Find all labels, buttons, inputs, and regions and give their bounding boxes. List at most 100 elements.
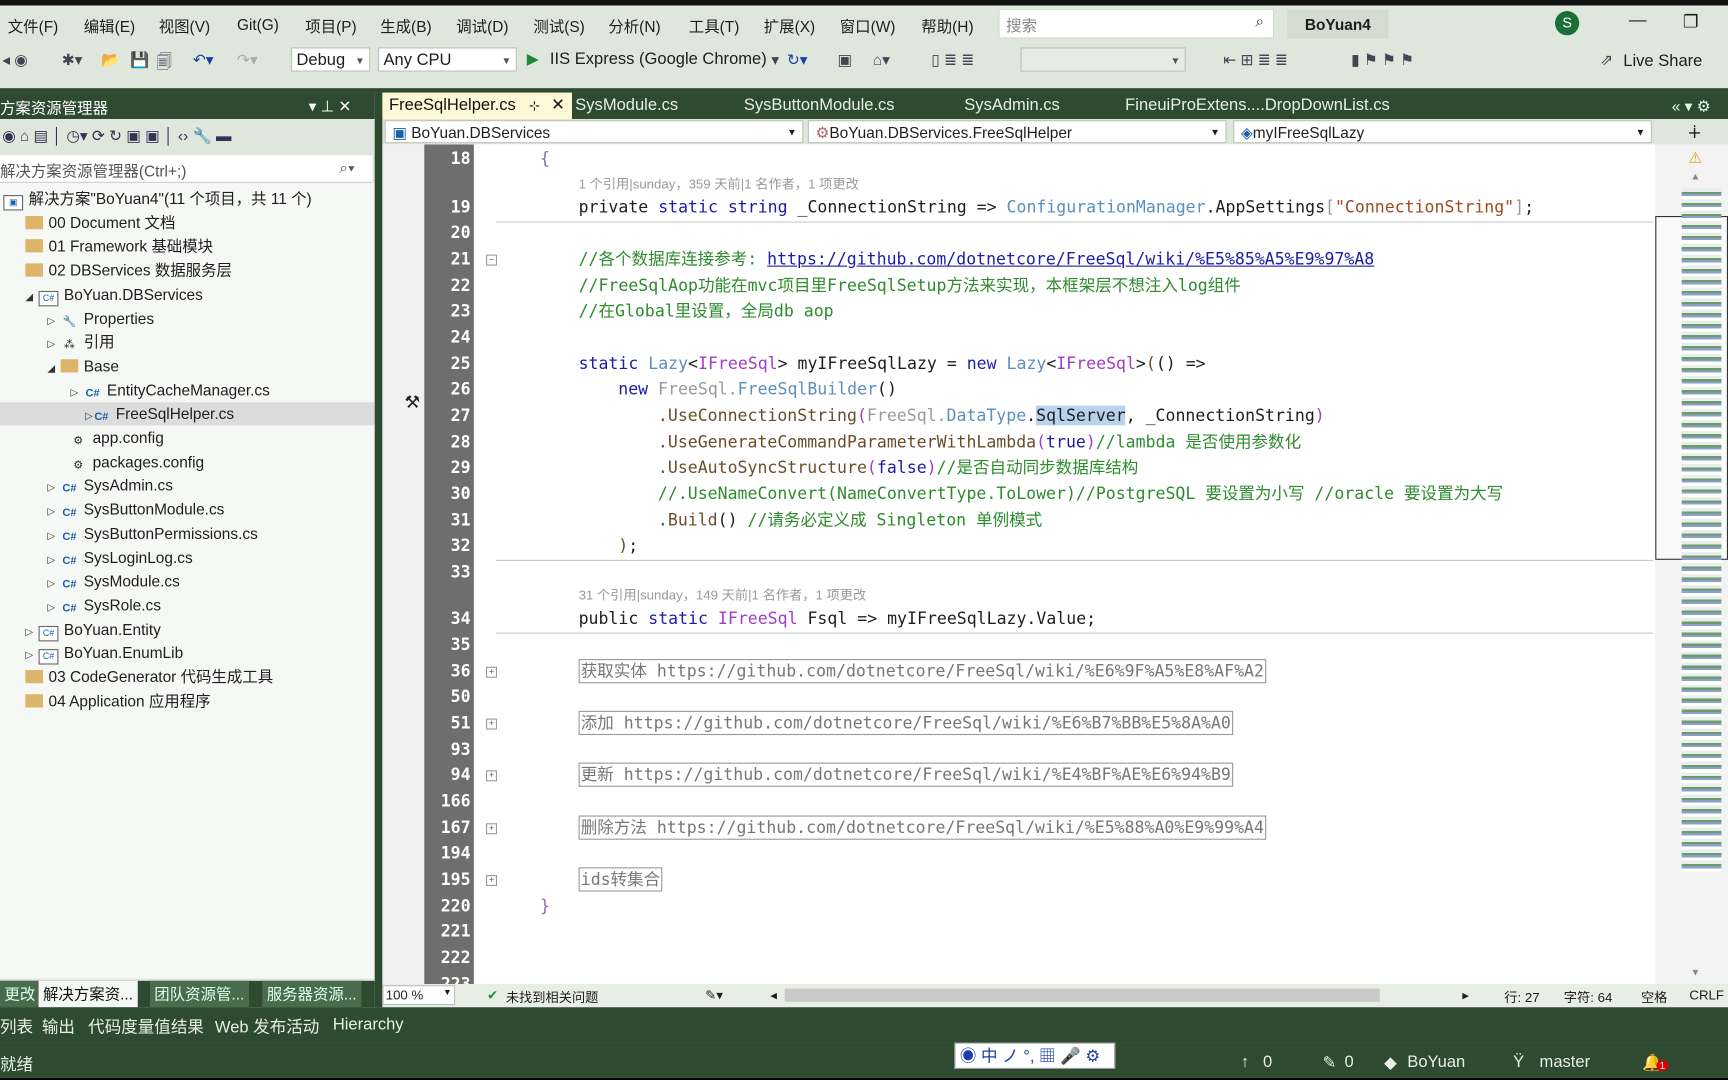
- output-tab[interactable]: Hierarchy: [333, 1015, 404, 1034]
- doc-tab[interactable]: SysButtonModule.cs: [744, 93, 895, 119]
- live-share-icon[interactable]: ⇗: [1600, 51, 1613, 70]
- horizontal-scrollbar[interactable]: [784, 988, 1380, 1002]
- minimize-icon[interactable]: —: [1629, 11, 1647, 31]
- live-share-button[interactable]: Live Share: [1623, 52, 1702, 71]
- collapsed-chevron-icon[interactable]: ▷: [47, 548, 60, 571]
- member-dropdown[interactable]: ◈myIFreeSqlLazy ▼: [1233, 120, 1652, 144]
- split-editor-icon[interactable]: ∔: [1687, 121, 1702, 143]
- tree-item[interactable]: ▷ C# BoYuan.EnumLib: [25, 642, 183, 665]
- menu-item[interactable]: Git(G): [237, 15, 279, 33]
- class-dropdown[interactable]: ⚙BoYuan.DBServices.FreeSqlHelper ▼: [807, 120, 1227, 144]
- push-count[interactable]: 0: [1263, 1052, 1272, 1071]
- tree-item[interactable]: ▷ C# SysModule.cs: [47, 570, 179, 593]
- solution-explorer-search[interactable]: 解决方案资源管理器(Ctrl+;) ⌕▾: [0, 155, 373, 183]
- tree-item[interactable]: 01 Framework 基础模块: [25, 235, 213, 258]
- collapsed-chevron-icon[interactable]: ▷: [25, 644, 38, 667]
- explorer-tool-icons[interactable]: ◉ ⌂ ▤ │ ◷▾ ⟳ ↻ ▣ ▣ │ ‹› 🔧 ▬: [2, 127, 231, 146]
- expand-icon[interactable]: +: [485, 770, 498, 782]
- document-icon[interactable]: ▯ ≣ ≣: [931, 51, 974, 70]
- collapsed-chevron-icon[interactable]: ▷: [42, 405, 93, 428]
- tree-item[interactable]: ▷ C# BoYuan.Entity: [25, 618, 161, 643]
- whitespace-indicator[interactable]: 空格: [1641, 987, 1667, 1006]
- tree-item[interactable]: ◢ C# BoYuan.DBServices: [25, 283, 203, 308]
- output-tab[interactable]: 列表: [0, 1015, 33, 1038]
- codelens[interactable]: 1 个引用|sunday，359 天前|1 名作者，1 项更改: [579, 175, 859, 193]
- undo-icon[interactable]: ↶▾: [193, 51, 214, 70]
- quick-action-hammer-icon[interactable]: ⚒: [404, 391, 420, 413]
- output-tab[interactable]: Web 发布活动: [215, 1015, 319, 1038]
- pencil-icon[interactable]: ✎: [1322, 1052, 1336, 1073]
- run-dropdown-icon[interactable]: ▾: [771, 51, 779, 70]
- menu-item[interactable]: 帮助(H): [921, 15, 973, 37]
- zoom-dropdown[interactable]: 100 % ▼: [382, 985, 456, 1006]
- tree-item[interactable]: ◢ Base: [47, 355, 119, 378]
- pin-icon[interactable]: ⊹: [529, 98, 540, 113]
- empty-dropdown[interactable]: ▼: [1020, 47, 1186, 72]
- ime-toolbar[interactable]: ◉ 中 ノ °, ▦ 🎤 ⚙: [954, 1042, 1116, 1069]
- branch-name[interactable]: master: [1540, 1052, 1591, 1071]
- indent-icons[interactable]: ⇤ ⊞ ≣ ≣: [1223, 51, 1288, 70]
- menu-item[interactable]: 扩展(X): [764, 15, 815, 37]
- tree-item[interactable]: ▷ 🔧 Properties: [47, 307, 154, 330]
- doc-tab[interactable]: FineuiProExtens....DropDownList.cs: [1125, 93, 1390, 119]
- tree-item[interactable]: 04 Application 应用程序: [25, 690, 211, 713]
- repo-name[interactable]: BoYuan: [1407, 1052, 1465, 1071]
- expand-icon[interactable]: +: [485, 718, 498, 730]
- pending-count[interactable]: 0: [1344, 1052, 1353, 1071]
- collapse-icon[interactable]: −: [485, 254, 498, 266]
- config-dropdown[interactable]: Debug ▼: [290, 47, 371, 72]
- play-icon[interactable]: ▶: [527, 50, 539, 69]
- doc-tab[interactable]: SysModule.cs: [575, 93, 678, 119]
- eol-indicator[interactable]: CRLF: [1689, 987, 1724, 1002]
- scroll-left-icon[interactable]: ◂: [770, 987, 777, 1002]
- tab-overflow-icons[interactable]: « ▾ ⚙: [1672, 97, 1711, 116]
- browser-link-icon[interactable]: ⌂▾: [873, 51, 890, 70]
- search-box[interactable]: 搜索 ⌕: [998, 8, 1274, 39]
- collapsed-chevron-icon[interactable]: ▷: [25, 620, 38, 643]
- side-tab[interactable]: 团队资源管...: [149, 980, 249, 1008]
- redo-icon[interactable]: ↷▾: [237, 51, 258, 70]
- collapsed-chevron-icon[interactable]: ▷: [71, 381, 84, 404]
- collapsed-chevron-icon[interactable]: ▷: [47, 309, 60, 332]
- collapsed-region[interactable]: 添加 https://github.com/dotnetcore/FreeSql…: [578, 710, 1234, 736]
- platform-dropdown[interactable]: Any CPU ▼: [377, 47, 517, 72]
- menu-item[interactable]: 视图(V): [159, 15, 210, 37]
- menu-item[interactable]: 项目(P): [305, 15, 356, 37]
- doc-tab[interactable]: FreeSqlHelper.cs ⊹ ✕: [382, 92, 572, 120]
- save-icon[interactable]: 💾: [130, 51, 149, 70]
- code-editor[interactable]: ⚒ 18 19 20 21 22 23 24 25 26 27 28 29 30 31 32 33 34 35 36…: [382, 144, 1656, 985]
- close-icon[interactable]: ✕: [551, 96, 565, 115]
- menu-item[interactable]: 生成(B): [380, 15, 431, 37]
- menu-item[interactable]: 调试(D): [456, 15, 508, 37]
- side-tab[interactable]: 服务器资源...: [262, 980, 362, 1008]
- menu-item[interactable]: 编辑(E): [84, 15, 135, 37]
- panel-menu-icons[interactable]: ▾ ⊥ ✕: [309, 97, 352, 116]
- tree-item[interactable]: ▷ C# SysAdmin.cs: [47, 474, 173, 497]
- run-button[interactable]: IIS Express (Google Chrome): [550, 50, 767, 69]
- tree-item[interactable]: 02 DBServices 数据服务层: [25, 259, 232, 282]
- brush-icon[interactable]: ✎▾: [705, 987, 723, 1002]
- collapsed-chevron-icon[interactable]: ▷: [47, 500, 60, 523]
- avatar[interactable]: S: [1554, 11, 1580, 36]
- scroll-down-icon[interactable]: ▼: [1691, 966, 1701, 977]
- vertical-scrollbar-map[interactable]: ⚠ ▲ ▼: [1655, 144, 1728, 985]
- push-icon[interactable]: ↑: [1241, 1052, 1249, 1071]
- tree-item[interactable]: ▣ 解决方案"BoYuan4"(11 个项目，共 11 个): [3, 187, 312, 211]
- expanded-chevron-icon[interactable]: ◢: [25, 285, 38, 308]
- collapsed-region[interactable]: 删除方法 https://github.com/dotnetcore/FreeS…: [578, 815, 1267, 840]
- tree-item[interactable]: ▷ C# EntityCacheManager.cs: [71, 379, 270, 402]
- splitter[interactable]: [374, 92, 383, 1008]
- menu-item[interactable]: 工具(T): [689, 15, 740, 37]
- tree-item[interactable]: ⚙ app.config: [69, 426, 163, 449]
- issues-status[interactable]: 未找到相关问题: [506, 987, 599, 1006]
- output-tab[interactable]: 输出: [42, 1015, 75, 1038]
- expand-icon[interactable]: +: [485, 666, 498, 678]
- tree-item[interactable]: ▷ C# SysLoginLog.cs: [47, 546, 192, 569]
- save-all-icon[interactable]: 🗐: [156, 51, 171, 77]
- output-tab[interactable]: 代码度量值结果: [88, 1015, 204, 1038]
- tree-item[interactable]: ▷ C# SysRole.cs: [47, 594, 161, 617]
- menu-item[interactable]: 文件(F): [8, 15, 59, 37]
- collapsed-chevron-icon[interactable]: ▷: [47, 333, 60, 356]
- tree-item[interactable]: ▷ ⁂ 引用: [47, 331, 114, 354]
- collapsed-chevron-icon[interactable]: ▷: [47, 477, 60, 500]
